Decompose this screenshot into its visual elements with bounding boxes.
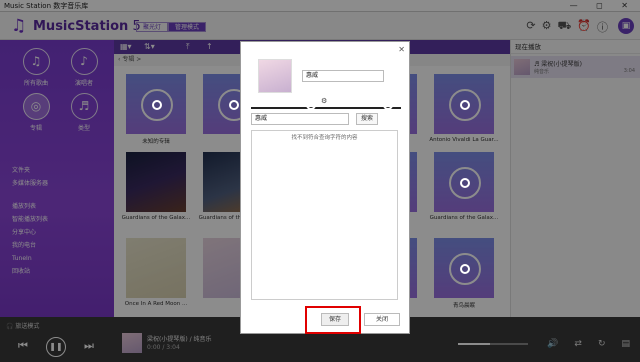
app-window: Music Station 数字音乐库 — ◻ ✕ ♫ MusicStation… (0, 0, 640, 362)
close-icon[interactable]: ✕ (398, 45, 405, 54)
album-thumbnail[interactable] (258, 59, 292, 93)
save-button[interactable]: 保存 (321, 313, 349, 326)
divider (251, 107, 401, 109)
album-name-field[interactable]: 惠威 (302, 70, 384, 82)
search-button[interactable]: 搜索 (356, 113, 378, 125)
search-results: 找不到符合查询字符的内容 (251, 130, 398, 300)
gear-icon[interactable]: ⚙ (321, 97, 329, 105)
close-button[interactable]: 关闭 (364, 313, 400, 326)
no-result-message: 找不到符合查询字符的内容 (291, 135, 358, 141)
album-info-dialog: ✕ 惠威 ⚙ 惠威 搜索 找不到符合查询字符的内容 保存 关闭 (240, 41, 410, 334)
search-input[interactable]: 惠威 (251, 113, 349, 125)
